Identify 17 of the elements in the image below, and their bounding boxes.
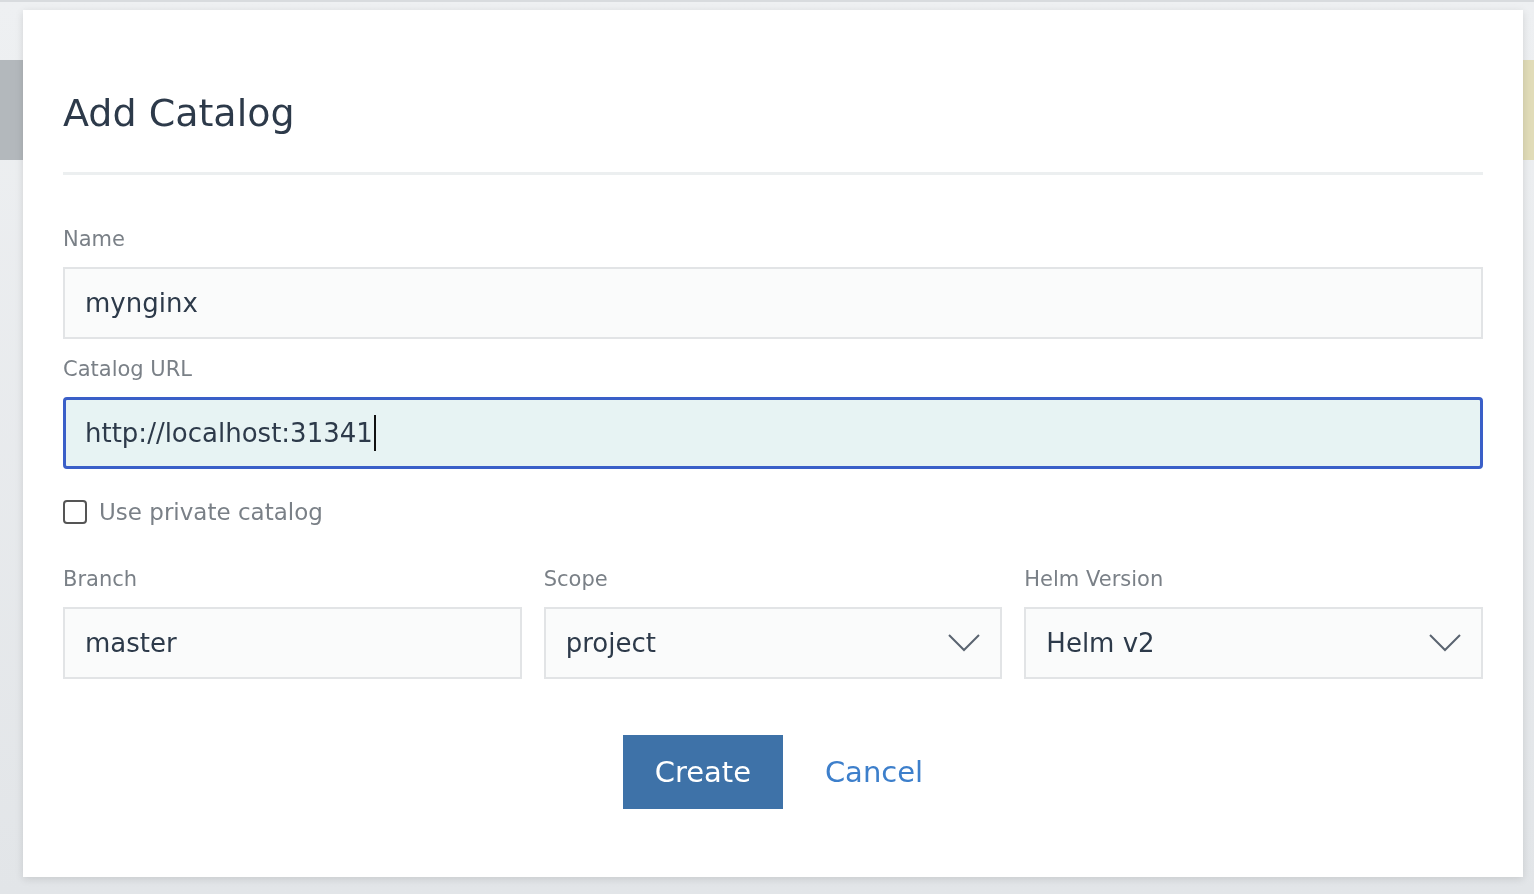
checkbox[interactable] xyxy=(63,500,87,524)
chevron-down-icon xyxy=(948,634,981,652)
field-label: Catalog URL xyxy=(63,357,193,381)
input-field[interactable]: http://localhost:31341 xyxy=(63,397,1483,469)
dropdown[interactable]: project xyxy=(543,607,1003,679)
dialog-title: Add Catalog xyxy=(63,90,296,136)
input-field[interactable]: mynginx xyxy=(63,267,1483,339)
checkbox-label: Use private catalog xyxy=(99,499,323,525)
input-field[interactable]: master xyxy=(63,607,522,679)
chevron-down-icon xyxy=(1429,634,1461,652)
create-button[interactable]: Create xyxy=(622,735,783,809)
cancel-link[interactable]: Cancel xyxy=(824,755,924,789)
dropdown[interactable]: Helm v2 xyxy=(1024,607,1483,679)
field-label: Name xyxy=(63,227,126,251)
field-label: Scope xyxy=(543,567,609,591)
field-label: Branch xyxy=(63,567,139,591)
field-label: Helm Version xyxy=(1024,567,1165,591)
